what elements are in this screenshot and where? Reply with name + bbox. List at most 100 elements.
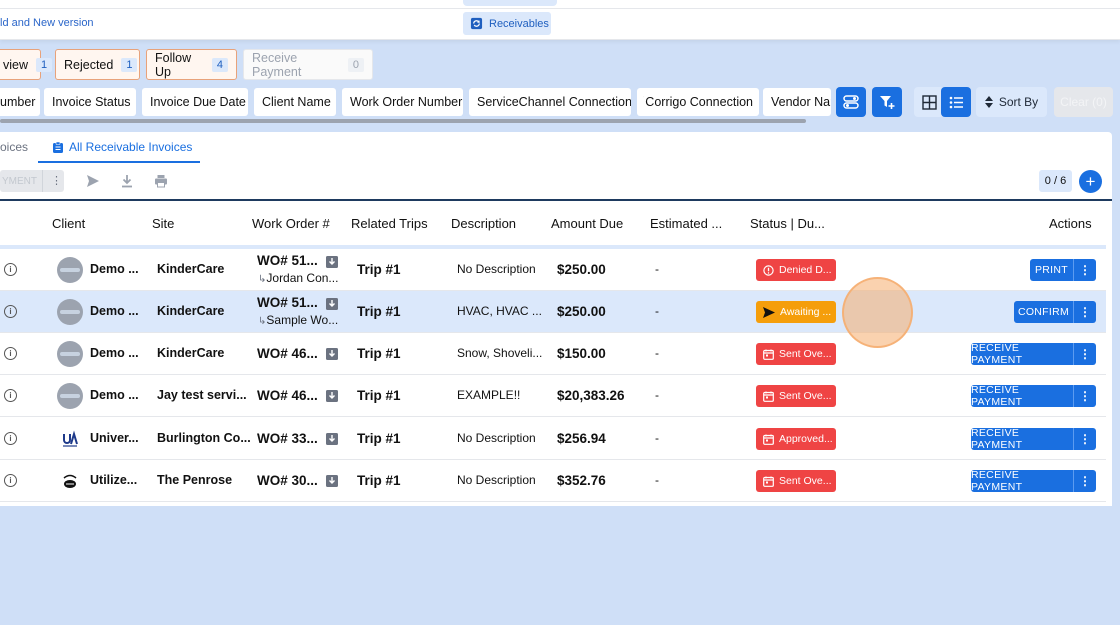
more-actions-icon[interactable]: ⋮ xyxy=(1073,385,1096,407)
more-actions-icon[interactable]: ⋮ xyxy=(1073,343,1096,365)
description: No Description xyxy=(457,431,536,445)
header-client[interactable]: Client xyxy=(52,216,85,231)
info-icon[interactable]: i xyxy=(4,389,17,402)
column-chip[interactable]: Invoice Status xyxy=(44,88,136,116)
sort-by-button[interactable]: Sort By xyxy=(976,87,1047,117)
work-order-number[interactable]: WO# 30... xyxy=(257,473,318,488)
divider xyxy=(42,170,43,192)
client-avatar xyxy=(57,426,83,452)
action-receive-payment-button[interactable]: RECEIVE PAYMENT xyxy=(971,427,1073,451)
work-order-subtitle: ↳Sample Wo... xyxy=(258,313,339,327)
download-icon[interactable] xyxy=(326,390,338,402)
description: HVAC, HVAC ... xyxy=(457,304,542,318)
header-estimated[interactable]: Estimated ... xyxy=(650,216,722,231)
column-chip[interactable]: ServiceChannel Connection xyxy=(469,88,631,116)
download-icon[interactable] xyxy=(326,475,338,487)
calendar-icon xyxy=(763,391,774,402)
header-related-trips[interactable]: Related Trips xyxy=(351,216,428,231)
add-invoice-button[interactable]: + xyxy=(1079,170,1102,193)
header-site[interactable]: Site xyxy=(152,216,174,231)
pill-rejected[interactable]: Rejected 1 xyxy=(55,49,140,80)
send-icon xyxy=(763,306,775,318)
estimated-value: - xyxy=(655,262,659,276)
send-icon[interactable] xyxy=(86,174,100,188)
action-receive-payment-button[interactable]: RECEIVE PAYMENT xyxy=(971,469,1073,493)
column-chip[interactable]: Work Order Number xyxy=(342,88,463,116)
pill-label: view xyxy=(3,57,29,72)
work-order-number[interactable]: WO# 51... xyxy=(257,295,318,310)
download-icon[interactable] xyxy=(120,174,134,188)
chips-scrollbar[interactable] xyxy=(0,119,806,123)
calendar-icon xyxy=(763,434,774,445)
top-divider xyxy=(0,8,1120,9)
tab-all-receivable-invoices[interactable]: All Receivable Invoices xyxy=(53,140,192,154)
work-order-number[interactable]: WO# 33... xyxy=(257,431,318,446)
print-icon[interactable] xyxy=(154,174,168,188)
clear-filters-button[interactable]: Clear (0) xyxy=(1054,87,1113,117)
grid-view-button[interactable] xyxy=(914,87,944,117)
action-receive-payment-button[interactable]: RECEIVE PAYMENT xyxy=(971,384,1073,408)
bulk-more-icon[interactable]: ⋮ xyxy=(51,174,62,187)
work-order-number[interactable]: WO# 51... xyxy=(257,253,318,268)
sort-by-label: Sort By xyxy=(998,95,1039,109)
header-actions: Actions xyxy=(1049,216,1092,231)
info-icon[interactable]: i xyxy=(4,263,17,276)
download-icon[interactable] xyxy=(326,433,338,445)
more-actions-icon[interactable]: ⋮ xyxy=(1073,470,1096,492)
header-work-order[interactable]: Work Order # xyxy=(252,216,330,231)
pill-review[interactable]: view 1 xyxy=(0,49,53,80)
column-toggle-button[interactable] xyxy=(836,87,866,117)
download-icon[interactable] xyxy=(326,298,338,310)
column-chip[interactable]: Invoice Due Date xyxy=(142,88,248,116)
work-order-number[interactable]: WO# 46... xyxy=(257,388,318,403)
site-name: The Penrose xyxy=(157,473,233,487)
version-link[interactable]: ld and New version xyxy=(0,17,94,29)
related-trip[interactable]: Trip #1 xyxy=(357,473,401,488)
tab-invoices[interactable]: oices xyxy=(0,140,28,154)
download-icon[interactable] xyxy=(326,256,338,268)
more-actions-icon[interactable]: ⋮ xyxy=(1073,301,1096,323)
action-receive-payment-button[interactable]: RECEIVE PAYMENT xyxy=(971,342,1073,366)
bulk-receive-payment-button[interactable]: YMENT ⋮ xyxy=(0,170,64,192)
related-trip[interactable]: Trip #1 xyxy=(357,431,401,446)
action-confirm-button[interactable]: CONFIRM xyxy=(1014,301,1073,323)
top-tab-stub xyxy=(463,0,557,6)
amount-due: $150.00 xyxy=(557,346,606,361)
status-badge: Sent Ove... xyxy=(756,385,836,407)
column-chip[interactable]: Vendor Nar xyxy=(763,88,831,116)
info-icon[interactable]: i xyxy=(4,432,17,445)
related-trip[interactable]: Trip #1 xyxy=(357,346,401,361)
info-icon[interactable]: i xyxy=(4,474,17,487)
client-avatar xyxy=(57,341,83,367)
column-chip[interactable]: umber xyxy=(0,88,40,116)
clipboard-icon xyxy=(53,141,63,153)
header-description[interactable]: Description xyxy=(451,216,516,231)
list-view-button[interactable] xyxy=(941,87,971,117)
info-icon[interactable]: i xyxy=(4,347,17,360)
amount-due: $250.00 xyxy=(557,304,606,319)
status-badge: Sent Ove... xyxy=(756,343,836,365)
column-chip[interactable]: Client Name xyxy=(254,88,336,116)
info-icon[interactable]: i xyxy=(4,305,17,318)
related-trip[interactable]: Trip #1 xyxy=(357,304,401,319)
tab-receivables[interactable]: Receivables xyxy=(463,12,551,35)
more-actions-icon[interactable]: ⋮ xyxy=(1073,428,1096,450)
pill-count: 1 xyxy=(36,57,53,72)
related-trip[interactable]: Trip #1 xyxy=(357,388,401,403)
status-text: Sent Ove... xyxy=(779,348,832,360)
download-icon[interactable] xyxy=(326,348,338,360)
client-name: Demo ... xyxy=(90,346,139,360)
header-amount-due[interactable]: Amount Due xyxy=(551,216,623,231)
more-actions-icon[interactable]: ⋮ xyxy=(1073,259,1096,281)
pill-count: 1 xyxy=(121,57,138,72)
header-status[interactable]: Status | Du... xyxy=(750,216,825,231)
pill-receive-payment[interactable]: Receive Payment 0 xyxy=(243,49,373,80)
related-trip[interactable]: Trip #1 xyxy=(357,262,401,277)
column-chip[interactable]: Corrigo Connection xyxy=(637,88,759,116)
action-print-button[interactable]: PRINT xyxy=(1030,259,1073,281)
add-filter-button[interactable] xyxy=(872,87,902,117)
status-text: Awaiting ... xyxy=(780,306,832,318)
work-order-number[interactable]: WO# 46... xyxy=(257,346,318,361)
pill-follow-up[interactable]: Follow Up 4 xyxy=(146,49,237,80)
client-name: Utilize... xyxy=(90,473,138,487)
